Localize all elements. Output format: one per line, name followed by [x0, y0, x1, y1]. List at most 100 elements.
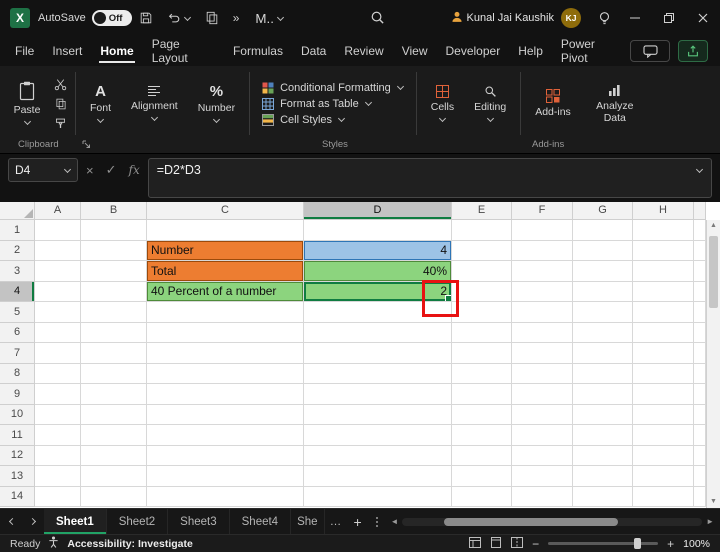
cell-A14[interactable] — [35, 487, 81, 508]
scroll-left-icon[interactable]: ◄ — [391, 517, 399, 526]
row-header-6[interactable]: 6 — [0, 323, 35, 344]
cell-B2[interactable] — [81, 241, 147, 262]
normal-view-icon[interactable] — [469, 537, 481, 551]
cell-B5[interactable] — [81, 302, 147, 323]
cell[interactable] — [694, 384, 706, 405]
cell-F13[interactable] — [512, 466, 573, 487]
cell[interactable] — [694, 302, 706, 323]
cell-C4[interactable]: 40 Percent of a number — [147, 282, 304, 303]
restore-button[interactable] — [652, 0, 686, 36]
cell-H13[interactable] — [633, 466, 694, 487]
row-header-9[interactable]: 9 — [0, 384, 35, 405]
cell-A10[interactable] — [35, 405, 81, 426]
cell-D5[interactable] — [304, 302, 452, 323]
row-header-3[interactable]: 3 — [0, 261, 35, 282]
cut-button[interactable] — [54, 78, 67, 91]
accessibility-status[interactable]: Accessibility: Investigate — [67, 538, 192, 550]
cell-styles-button[interactable]: Cell Styles — [262, 114, 404, 126]
zoom-in-button[interactable]: + — [667, 537, 674, 551]
cell-E7[interactable] — [452, 343, 512, 364]
minimize-button[interactable] — [618, 0, 652, 36]
sheet-tab-sheet3[interactable]: Sheet3 — [168, 509, 229, 534]
cell-B11[interactable] — [81, 425, 147, 446]
menu-item-view[interactable]: View — [393, 36, 437, 66]
cell-B7[interactable] — [81, 343, 147, 364]
cell-D13[interactable] — [304, 466, 452, 487]
cell-E13[interactable] — [452, 466, 512, 487]
menu-item-data[interactable]: Data — [292, 36, 335, 66]
column-header-F[interactable]: F — [512, 202, 573, 220]
copy-button[interactable] — [198, 0, 226, 36]
cell[interactable] — [694, 261, 706, 282]
cell-D2[interactable]: 4 — [304, 241, 452, 262]
cell-C13[interactable] — [147, 466, 304, 487]
number-group-collapsed[interactable]: % Number — [188, 69, 245, 138]
new-sheet-button[interactable]: + — [347, 509, 369, 534]
cell-F14[interactable] — [512, 487, 573, 508]
cell-F6[interactable] — [512, 323, 573, 344]
cell-G5[interactable] — [573, 302, 633, 323]
cell-H6[interactable] — [633, 323, 694, 344]
cell-H9[interactable] — [633, 384, 694, 405]
cell-D3[interactable]: 40% — [304, 261, 452, 282]
cell-F10[interactable] — [512, 405, 573, 426]
cell-H4[interactable] — [633, 282, 694, 303]
cell-G6[interactable] — [573, 323, 633, 344]
cell-C2[interactable]: Number — [147, 241, 304, 262]
share-button[interactable] — [678, 40, 708, 62]
cell-C12[interactable] — [147, 446, 304, 467]
font-group-collapsed[interactable]: A Font — [80, 69, 121, 138]
sheet-tab-sheet2[interactable]: Sheet2 — [107, 509, 168, 534]
cell-E2[interactable] — [452, 241, 512, 262]
cell-A12[interactable] — [35, 446, 81, 467]
cell-B12[interactable] — [81, 446, 147, 467]
select-all-corner[interactable] — [0, 202, 35, 220]
row-header-7[interactable]: 7 — [0, 343, 35, 364]
addins-button[interactable]: Add-ins — [525, 69, 581, 138]
cancel-button[interactable]: × — [86, 163, 94, 178]
cell[interactable] — [694, 220, 706, 241]
cells-group-collapsed[interactable]: Cells — [421, 69, 464, 138]
insert-function-button[interactable]: fx — [129, 163, 140, 177]
cell-C6[interactable] — [147, 323, 304, 344]
vertical-scrollbar-thumb[interactable] — [709, 236, 718, 308]
cell[interactable] — [694, 405, 706, 426]
row-header-13[interactable]: 13 — [0, 466, 35, 487]
cell-H5[interactable] — [633, 302, 694, 323]
cell-F4[interactable] — [512, 282, 573, 303]
tab-scroll-left-button[interactable] — [0, 509, 22, 534]
cell-C10[interactable] — [147, 405, 304, 426]
cell-H12[interactable] — [633, 446, 694, 467]
cell-F2[interactable] — [512, 241, 573, 262]
cell-F5[interactable] — [512, 302, 573, 323]
alignment-group-collapsed[interactable]: Alignment — [121, 69, 188, 138]
menu-item-review[interactable]: Review — [335, 36, 392, 66]
cell-F7[interactable] — [512, 343, 573, 364]
cell-D10[interactable] — [304, 405, 452, 426]
cell-D4[interactable]: 2 — [304, 282, 452, 303]
paste-button[interactable]: Paste — [4, 69, 50, 138]
scroll-right-icon[interactable]: ► — [706, 517, 714, 526]
scrollbar-track[interactable] — [402, 518, 702, 526]
cell-H7[interactable] — [633, 343, 694, 364]
cell-A2[interactable] — [35, 241, 81, 262]
column-header-B[interactable]: B — [81, 202, 147, 220]
column-header-G[interactable]: G — [573, 202, 633, 220]
vertical-scrollbar[interactable]: ▲ ▼ — [706, 220, 720, 508]
cell[interactable] — [694, 446, 706, 467]
cell-F3[interactable] — [512, 261, 573, 282]
cell[interactable] — [694, 343, 706, 364]
cell-D7[interactable] — [304, 343, 452, 364]
row-header-1[interactable]: 1 — [0, 220, 35, 241]
column-header-H[interactable]: H — [633, 202, 694, 220]
page-break-view-icon[interactable] — [511, 537, 523, 551]
cell-G4[interactable] — [573, 282, 633, 303]
conditional-formatting-button[interactable]: Conditional Formatting — [262, 82, 404, 94]
cell[interactable] — [694, 425, 706, 446]
cell-F12[interactable] — [512, 446, 573, 467]
cell-B6[interactable] — [81, 323, 147, 344]
cell-H10[interactable] — [633, 405, 694, 426]
menu-item-help[interactable]: Help — [509, 36, 552, 66]
cell-C3[interactable]: Total — [147, 261, 304, 282]
menu-item-power-pivot[interactable]: Power Pivot — [552, 36, 630, 66]
